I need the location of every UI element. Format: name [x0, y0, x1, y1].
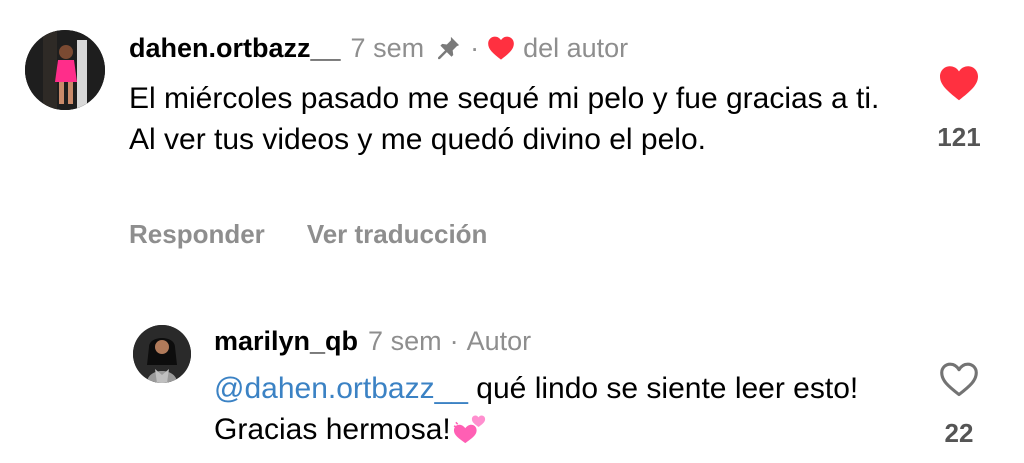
username-link[interactable]: dahen.ortbazz__: [129, 32, 341, 64]
see-translation-button[interactable]: Ver traducción: [307, 219, 488, 250]
timestamp: 7 sem: [368, 326, 442, 356]
like-count: 121: [937, 122, 981, 152]
mention-link[interactable]: @dahen.ortbazz__: [214, 372, 468, 405]
avatar-dahen[interactable]: [25, 30, 105, 110]
separator-dot: ·: [449, 326, 459, 356]
liked-by-author-label: del autor: [523, 33, 629, 63]
avatar-photo-dahen: [25, 30, 105, 110]
timestamp: 7 sem: [350, 33, 425, 63]
reply-text: @dahen.ortbazz__ qué lindo se siente lee…: [214, 368, 894, 450]
username-link[interactable]: marilyn_qb: [214, 325, 358, 357]
separator-dot: ·: [470, 33, 480, 63]
two-hearts-emoji-icon: [453, 415, 485, 444]
heart-outline-icon[interactable]: [938, 360, 980, 398]
pin-icon: [438, 36, 460, 60]
avatar-photo-marilyn: [133, 325, 191, 383]
avatar-marilyn[interactable]: [133, 325, 191, 383]
heart-filled-icon: [488, 36, 514, 60]
reply-button[interactable]: Responder: [129, 219, 265, 250]
comment-actions: Responder Ver traducción: [129, 219, 487, 250]
comments-panel: dahen.ortbazz__ 7 sem · del autor El mié…: [0, 0, 1024, 463]
like-control: 121: [929, 64, 989, 153]
heart-filled-icon[interactable]: [938, 64, 980, 102]
author-label: Autor: [466, 326, 532, 356]
reply-meta: marilyn_qb 7 sem · Autor: [214, 325, 531, 357]
like-control: 22: [929, 360, 989, 449]
like-count: 22: [944, 418, 974, 448]
comment-text: El miércoles pasado me sequé mi pelo y f…: [129, 82, 880, 156]
comment-meta: dahen.ortbazz__ 7 sem · del autor: [129, 32, 628, 64]
